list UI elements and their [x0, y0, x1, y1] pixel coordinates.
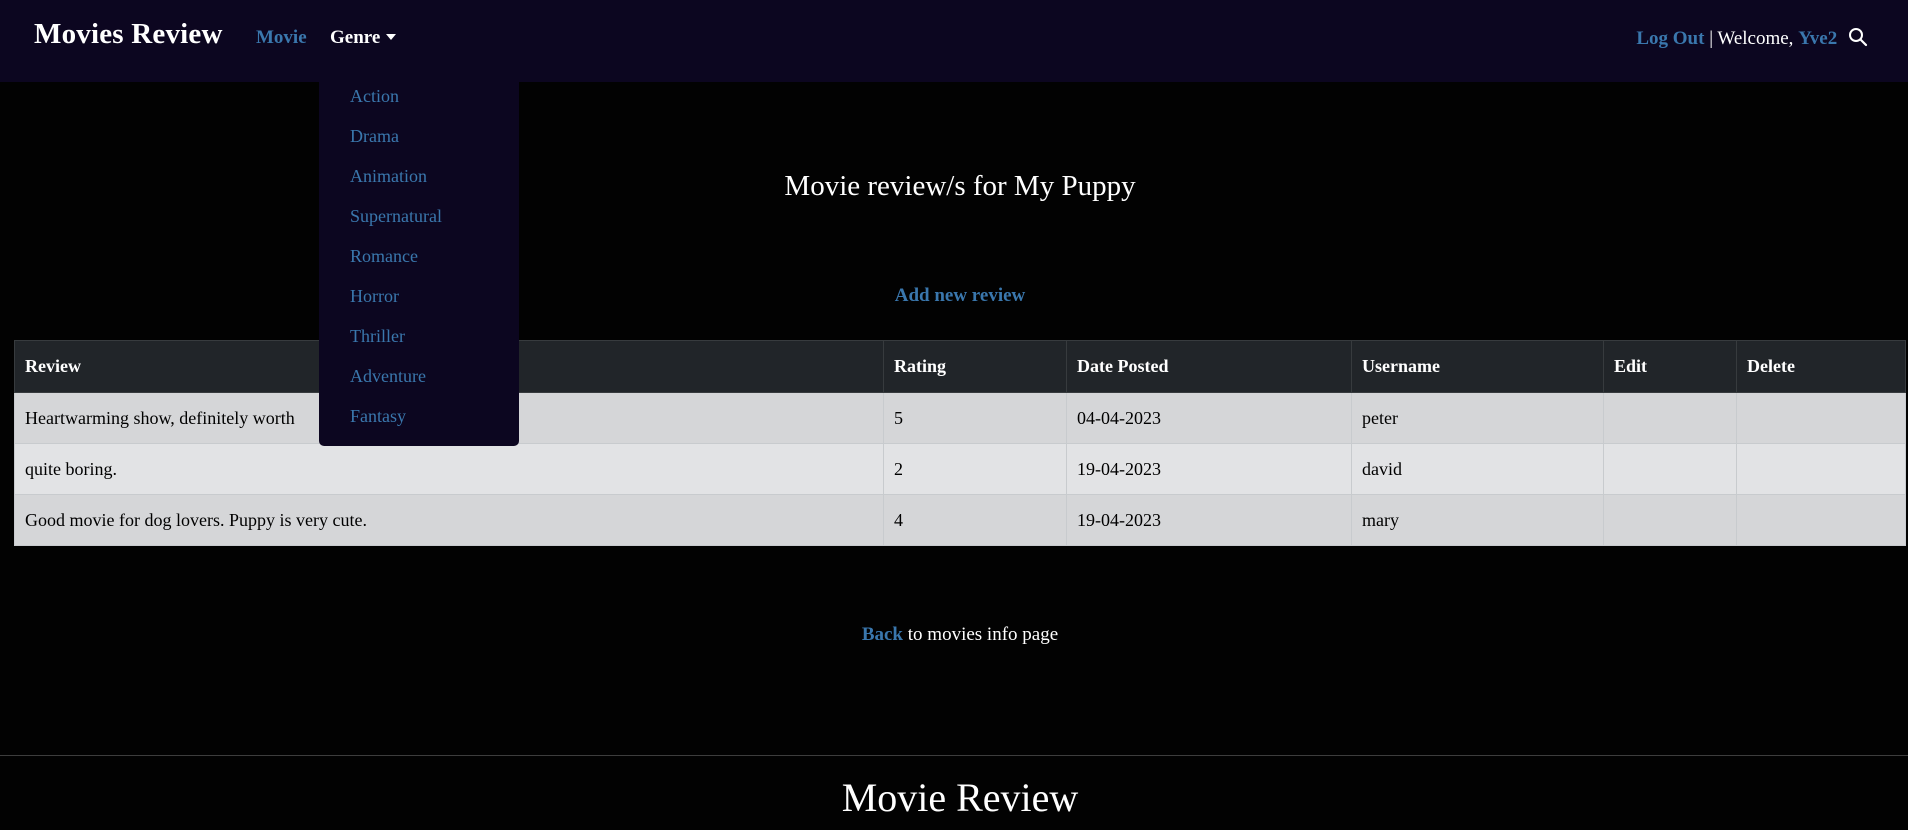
back-line: Back to movies info page	[0, 624, 1908, 646]
delete-cell	[1736, 392, 1906, 444]
username-cell: david	[1351, 443, 1604, 495]
review-cell: Good movie for dog lovers. Puppy is very…	[14, 494, 884, 546]
page-title: Movie review/s for My Puppy	[784, 170, 1136, 202]
column-header-date-posted: Date Posted	[1066, 340, 1352, 393]
genre-item-adventure[interactable]: Adventure	[350, 366, 426, 387]
username-cell: peter	[1351, 392, 1604, 444]
rating-cell: 2	[883, 443, 1067, 495]
reviews-table: Review Rating Date Posted Username Edit …	[14, 340, 1906, 546]
review-cell: quite boring.	[14, 443, 884, 495]
edit-cell	[1603, 494, 1737, 546]
table-header-row: Review Rating Date Posted Username Edit …	[14, 340, 1906, 393]
column-header-delete: Delete	[1736, 340, 1906, 393]
genre-item-drama[interactable]: Drama	[350, 126, 399, 147]
back-link[interactable]: Back	[862, 624, 903, 645]
genre-item-fantasy[interactable]: Fantasy	[350, 406, 406, 427]
edit-cell	[1603, 392, 1737, 444]
table-row: Heartwarming show, definitely worth 5 04…	[14, 392, 1906, 444]
column-header-edit: Edit	[1603, 340, 1737, 393]
back-text: to movies info page	[903, 624, 1059, 645]
navbar: Movies Review Movie Genre Log Out | Welc…	[0, 0, 1908, 82]
date-cell: 04-04-2023	[1066, 392, 1352, 444]
genre-item-horror[interactable]: Horror	[350, 286, 399, 307]
rating-cell: 4	[883, 494, 1067, 546]
genre-item-romance[interactable]: Romance	[350, 246, 418, 267]
logout-link[interactable]: Log Out	[1636, 28, 1704, 49]
date-cell: 19-04-2023	[1066, 494, 1352, 546]
edit-cell	[1603, 443, 1737, 495]
table-row: quite boring. 2 19-04-2023 david	[14, 443, 1906, 495]
genre-item-action[interactable]: Action	[350, 86, 399, 107]
column-header-username: Username	[1351, 340, 1604, 393]
search-icon[interactable]	[1848, 27, 1868, 53]
username-label: Yve2	[1798, 28, 1838, 49]
welcome-text: | Welcome,	[1704, 28, 1799, 49]
footer-title: Movie Review	[841, 775, 1079, 820]
genre-item-animation[interactable]: Animation	[350, 166, 427, 187]
genre-item-supernatural[interactable]: Supernatural	[350, 206, 442, 227]
genre-dropdown-toggle[interactable]: Genre	[330, 27, 397, 49]
username-cell: mary	[1351, 494, 1604, 546]
table-row: Good movie for dog lovers. Puppy is very…	[14, 494, 1906, 546]
footer-divider	[0, 755, 1908, 756]
date-cell: 19-04-2023	[1066, 443, 1352, 495]
genre-label: Genre	[330, 27, 381, 48]
genre-dropdown-menu: Action Drama Animation Supernatural Roma…	[319, 82, 519, 446]
caret-down-icon	[386, 34, 397, 40]
delete-cell	[1736, 443, 1906, 495]
rating-cell: 5	[883, 392, 1067, 444]
nav-movie-link[interactable]: Movie	[256, 27, 307, 49]
add-review-link[interactable]: Add new review	[895, 285, 1026, 306]
column-header-rating: Rating	[883, 340, 1067, 393]
delete-cell	[1736, 494, 1906, 546]
genre-item-thriller[interactable]: Thriller	[350, 326, 405, 347]
user-nav: Log Out | Welcome, Yve2	[1636, 27, 1868, 53]
brand-logo[interactable]: Movies Review	[34, 18, 223, 51]
